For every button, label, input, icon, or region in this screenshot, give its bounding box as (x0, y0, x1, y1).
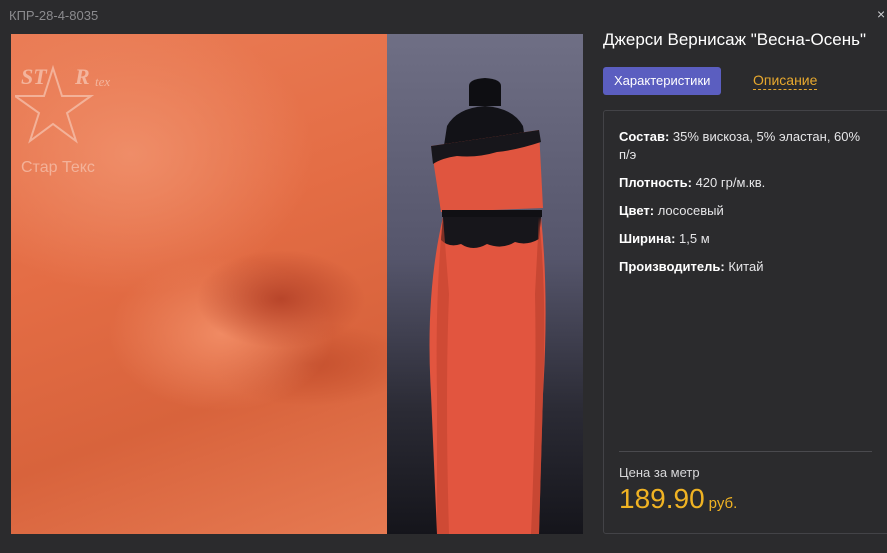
characteristics-panel: Состав: 35% вискоза, 5% эластан, 60% п/э… (603, 110, 887, 534)
spec-value: 1,5 м (675, 231, 710, 246)
spec-color: Цвет: лососевый (619, 202, 869, 220)
spec-value: лососевый (654, 203, 724, 218)
dress-illustration (429, 78, 546, 534)
price-currency: руб. (708, 495, 738, 512)
svg-text:tex: tex (95, 74, 110, 89)
product-sku: КПР-28-4-8035 (9, 8, 99, 23)
spec-composition: Состав: 35% вискоза, 5% эластан, 60% п/э (619, 128, 869, 164)
startex-logo: ST R tex Стар Текс (11, 48, 145, 183)
spec-label: Состав: (619, 129, 670, 144)
spec-label: Цвет: (619, 203, 655, 218)
spec-density: Плотность: 420 гр/м.кв. (619, 174, 869, 192)
mannequin-image (387, 34, 583, 534)
tab-characteristics[interactable]: Характеристики (603, 67, 722, 95)
spec-width: Ширина: 1,5 м (619, 230, 869, 248)
price: 189.90 руб. (619, 483, 737, 515)
svg-text:R: R (74, 64, 90, 89)
spec-list: Состав: 35% вискоза, 5% эластан, 60% п/э… (619, 128, 869, 286)
price-label: Цена за метр (619, 465, 700, 480)
product-modal: КПР-28-4-8035 × ST R tex Стар Текс Джерс… (0, 0, 887, 553)
product-title: Джерси Вернисаж "Весна-Осень" (603, 30, 866, 49)
tab-description[interactable]: Описание (753, 72, 818, 90)
spec-value: Китай (724, 259, 764, 274)
spec-value: 420 гр/м.кв. (691, 175, 766, 190)
spec-label: Ширина: (619, 231, 676, 246)
svg-text:Стар Текс: Стар Текс (21, 159, 95, 176)
spec-label: Плотность: (619, 175, 692, 190)
product-photo: ST R tex Стар Текс (11, 34, 583, 534)
svg-text:ST: ST (21, 64, 48, 89)
price-divider (619, 451, 872, 452)
spec-manufacturer: Производитель: Китай (619, 258, 869, 276)
spec-label: Производитель: (619, 259, 725, 274)
close-icon[interactable]: × (877, 6, 887, 22)
star-logo-icon: ST R tex Стар Текс (11, 64, 110, 176)
price-amount: 189.90 (619, 483, 705, 514)
